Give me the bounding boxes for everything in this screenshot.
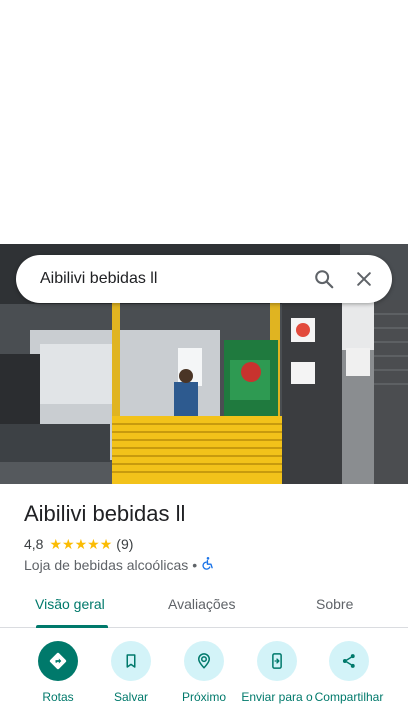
star-icon: ★ (99, 536, 113, 552)
active-tab-indicator (36, 625, 108, 628)
tab-overview[interactable]: Visão geral (35, 596, 105, 612)
separator: • (192, 556, 198, 573)
search-input[interactable]: Aibilivi bebidas ll (40, 270, 304, 288)
wheelchair-accessible-icon (201, 556, 215, 573)
tab-about[interactable]: Sobre (316, 596, 353, 612)
save-button[interactable]: Salvar (94, 641, 168, 704)
place-category: Loja de bebidas alcoólicas (24, 556, 189, 573)
category-row: Loja de bebidas alcoólicas • (24, 556, 215, 573)
close-icon[interactable] (344, 259, 384, 299)
nearby-button[interactable]: Próximo (167, 641, 241, 704)
send-to-phone-icon[interactable] (257, 641, 297, 681)
nearby-label: Próximo (181, 690, 226, 704)
rating-value: 4,8 (24, 536, 44, 552)
share-button[interactable]: Compartilhar (312, 641, 386, 704)
review-count: (9) (116, 536, 134, 552)
send-to-phone-button[interactable]: Enviar para o (240, 641, 314, 704)
send-to-phone-label: Enviar para o (241, 690, 313, 704)
nearby-icon[interactable] (184, 641, 224, 681)
directions-icon[interactable] (38, 641, 78, 681)
directions-label: Rotas (42, 690, 74, 704)
share-icon[interactable] (329, 641, 369, 681)
rating-row[interactable]: 4,8 ★ ★ ★ ★ ★ (9) (24, 536, 133, 552)
place-tabs: Visão geral Avaliações Sobre (0, 588, 408, 628)
directions-button[interactable]: Rotas (21, 641, 95, 704)
map-area[interactable] (0, 0, 408, 244)
star-rating: ★ ★ ★ ★ ★ (49, 537, 112, 551)
star-icon: ★ (62, 536, 75, 552)
search-icon[interactable] (304, 259, 344, 299)
bookmark-icon[interactable] (111, 641, 151, 681)
save-label: Salvar (113, 690, 148, 704)
star-icon: ★ (49, 536, 63, 552)
tab-reviews[interactable]: Avaliações (168, 596, 235, 612)
star-icon: ★ (74, 536, 88, 552)
share-label: Compartilhar (314, 690, 384, 704)
search-bar[interactable]: Aibilivi bebidas ll (16, 255, 392, 303)
place-title: Aibilivi bebidas ll (24, 501, 186, 526)
star-icon: ★ (87, 536, 100, 552)
